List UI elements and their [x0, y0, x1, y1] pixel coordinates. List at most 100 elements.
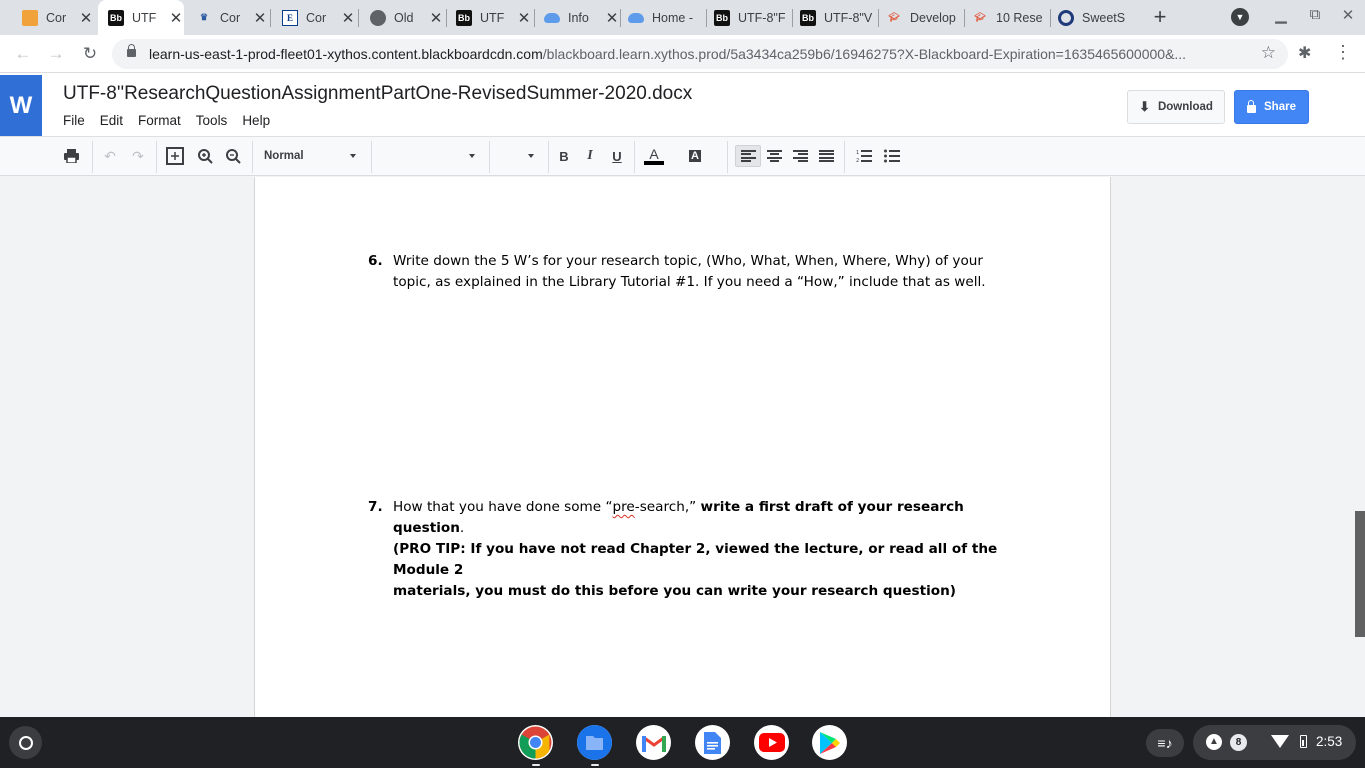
justify-icon	[818, 150, 834, 162]
close-icon[interactable]: ✕	[252, 9, 268, 27]
document-canvas[interactable]: 6. Write down the 5 W’s for your researc…	[0, 177, 1365, 717]
tab[interactable]: Home -	[626, 0, 704, 35]
text-color-swatch	[644, 161, 664, 165]
close-icon[interactable]: ✕	[604, 9, 620, 27]
launcher-icon[interactable]	[9, 726, 42, 759]
bold-button[interactable]: B	[555, 145, 573, 167]
reload-icon[interactable]: ↻	[79, 43, 101, 65]
undo-icon[interactable]: ↶	[101, 145, 119, 167]
zoom-in-icon[interactable]	[196, 145, 214, 167]
document-page[interactable]: 6. Write down the 5 W’s for your researc…	[254, 177, 1111, 717]
chevron-down-icon	[469, 154, 475, 158]
tab[interactable]: ♛ Cor ✕	[188, 0, 268, 35]
bookmark-star-icon[interactable]: ☆	[1261, 43, 1276, 63]
menu-edit[interactable]: Edit	[100, 113, 123, 128]
status-tray[interactable]: ▲ 8 2:53	[1193, 725, 1356, 760]
numbered-list-button[interactable]: 12	[854, 145, 874, 167]
scrollbar-thumb[interactable]	[1355, 511, 1365, 637]
tab[interactable]: SweetS	[1056, 0, 1134, 35]
files-icon[interactable]	[577, 725, 612, 760]
tab[interactable]: 🎓︎ Develop	[884, 0, 964, 35]
close-icon[interactable]: ✕	[78, 9, 94, 27]
tab[interactable]: Bb UTF ✕	[452, 0, 532, 35]
close-icon[interactable]: ✕	[516, 9, 532, 27]
font-family-select[interactable]	[380, 145, 480, 167]
tab[interactable]: Bb UTF-8"F	[712, 0, 790, 35]
close-icon[interactable]: ✕	[340, 9, 356, 27]
address-bar[interactable]: learn-us-east-1-prod-fleet01-xythos.cont…	[112, 39, 1288, 69]
tab-search-icon[interactable]: ▼	[1231, 8, 1249, 26]
wifi-icon	[1271, 735, 1289, 748]
notification-badge: 8	[1230, 734, 1247, 751]
justify-button[interactable]	[817, 145, 835, 167]
zoom-out-icon[interactable]	[224, 145, 242, 167]
tab[interactable]: Bb UTF-8"V	[798, 0, 876, 35]
extensions-icon[interactable]: ✱	[1298, 43, 1311, 63]
new-tab-button[interactable]: +	[1149, 5, 1171, 29]
tab-title: UTF-8"F	[738, 10, 786, 25]
tab[interactable]: Cor ✕	[14, 0, 94, 35]
tab-title: SweetS	[1082, 10, 1126, 25]
align-center-button[interactable]	[765, 145, 783, 167]
align-right-button[interactable]	[791, 145, 809, 167]
lock-icon	[127, 44, 136, 57]
print-icon[interactable]	[62, 145, 80, 167]
align-left-button[interactable]	[735, 145, 761, 167]
svg-text:1: 1	[856, 150, 859, 156]
text-line: topic, as explained in the Library Tutor…	[393, 274, 986, 290]
play-store-icon[interactable]	[812, 725, 847, 760]
playlist-icon[interactable]: ≡♪	[1146, 729, 1184, 757]
forward-icon[interactable]: →	[45, 43, 67, 65]
youtube-icon[interactable]	[754, 725, 789, 760]
app-header: W UTF-8''ResearchQuestionAssignmentPartO…	[0, 73, 1365, 137]
tab[interactable]: E Cor ✕	[276, 0, 356, 35]
cloud-icon	[628, 12, 644, 23]
menu-tools[interactable]: Tools	[196, 113, 228, 128]
font-size-select[interactable]	[498, 145, 538, 167]
download-button[interactable]: ⬇ Download	[1127, 90, 1225, 124]
underline-button[interactable]: U	[608, 145, 626, 167]
tab[interactable]: Old ✕	[364, 0, 444, 35]
chrome-icon[interactable]	[518, 725, 553, 760]
cloud-icon	[544, 12, 560, 23]
menu-bar: File Edit Format Tools Help	[63, 113, 285, 128]
menu-format[interactable]: Format	[138, 113, 181, 128]
highlight-button[interactable]: A	[686, 145, 704, 167]
menu-help[interactable]: Help	[242, 113, 270, 128]
minimize-icon[interactable]: ▁	[1270, 6, 1292, 24]
misspelled-word: pre	[612, 499, 635, 515]
highlight-icon: A	[689, 150, 701, 162]
redo-icon[interactable]: ↷	[129, 145, 147, 167]
tab[interactable]: Info ✕	[540, 0, 620, 35]
graduation-cap-icon: 🎓︎	[888, 12, 900, 22]
pencil-icon	[22, 9, 38, 26]
ring-icon	[1058, 9, 1074, 26]
list-number: 7.	[368, 499, 383, 515]
list-item-text: How that you have done some “pre-search,…	[393, 497, 1018, 602]
align-right-icon	[792, 150, 808, 162]
restore-icon[interactable]: ⧉	[1304, 6, 1326, 23]
paragraph-style-select[interactable]: Normal	[264, 145, 364, 167]
more-menu-icon[interactable]: ⋮	[1334, 42, 1352, 63]
close-icon[interactable]: ✕	[428, 9, 444, 27]
os-shelf: ≡♪ ▲ 8 2:53	[0, 717, 1365, 768]
tab[interactable]: 🎓︎ 10 Rese	[970, 0, 1048, 35]
menu-file[interactable]: File	[63, 113, 85, 128]
italic-button[interactable]: I	[581, 145, 599, 167]
text-run: How that you have done some “	[393, 499, 613, 515]
text-color-button[interactable]: A	[642, 145, 666, 167]
tab-active[interactable]: Bb UTF ✕	[98, 0, 184, 35]
close-icon[interactable]: ✕	[168, 9, 184, 27]
url-text[interactable]: learn-us-east-1-prod-fleet01-xythos.cont…	[149, 46, 1239, 62]
url-host: learn-us-east-1-prod-fleet01-xythos.cont…	[149, 46, 543, 62]
docs-icon[interactable]	[695, 725, 730, 760]
fit-page-icon[interactable]	[165, 145, 185, 167]
tab-title: Home -	[652, 10, 693, 25]
gmail-icon[interactable]	[636, 725, 671, 760]
tab-title: UTF-8"V	[824, 10, 873, 25]
share-button[interactable]: Share	[1234, 90, 1309, 124]
close-window-icon[interactable]: ✕	[1337, 6, 1359, 24]
back-icon[interactable]: ←	[12, 43, 34, 65]
clock: 2:53	[1316, 734, 1343, 749]
bulleted-list-button[interactable]	[882, 145, 902, 167]
